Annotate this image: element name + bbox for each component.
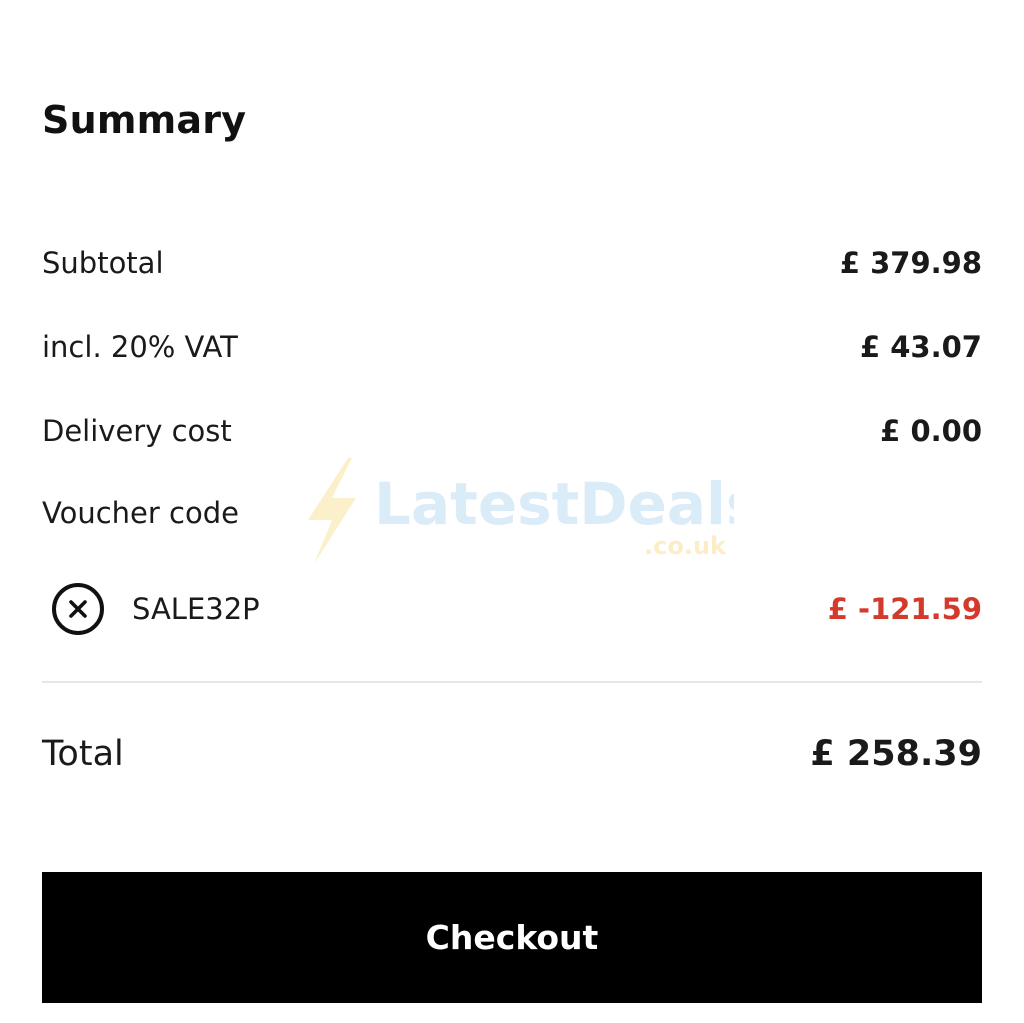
subtotal-value: £ 379.98 xyxy=(839,246,982,280)
subtotal-row: Subtotal £ 379.98 xyxy=(42,246,982,280)
remove-voucher-button[interactable] xyxy=(52,583,104,635)
total-row: Total £ 258.39 xyxy=(42,734,982,774)
voucher-code: SALE32P xyxy=(132,592,260,626)
close-icon xyxy=(69,600,87,618)
vat-label: incl. 20% VAT xyxy=(42,330,238,364)
total-label: Total xyxy=(42,734,124,774)
subtotal-label: Subtotal xyxy=(42,246,164,280)
watermark-domain: .co.uk xyxy=(644,532,727,560)
summary-divider xyxy=(42,681,982,683)
delivery-value: £ 0.00 xyxy=(880,414,982,448)
delivery-label: Delivery cost xyxy=(42,414,232,448)
voucher-heading-row: Voucher code xyxy=(42,496,982,530)
voucher-discount-value: £ -121.59 xyxy=(827,592,982,626)
vat-row: incl. 20% VAT £ 43.07 xyxy=(42,330,982,364)
checkout-button[interactable]: Checkout xyxy=(42,872,982,1003)
summary-title: Summary xyxy=(42,98,247,142)
voucher-heading: Voucher code xyxy=(42,496,239,530)
total-value: £ 258.39 xyxy=(810,734,982,774)
delivery-row: Delivery cost £ 0.00 xyxy=(42,414,982,448)
vat-value: £ 43.07 xyxy=(859,330,982,364)
applied-voucher: SALE32P £ -121.59 xyxy=(52,580,982,638)
voucher-info: SALE32P xyxy=(52,583,260,635)
